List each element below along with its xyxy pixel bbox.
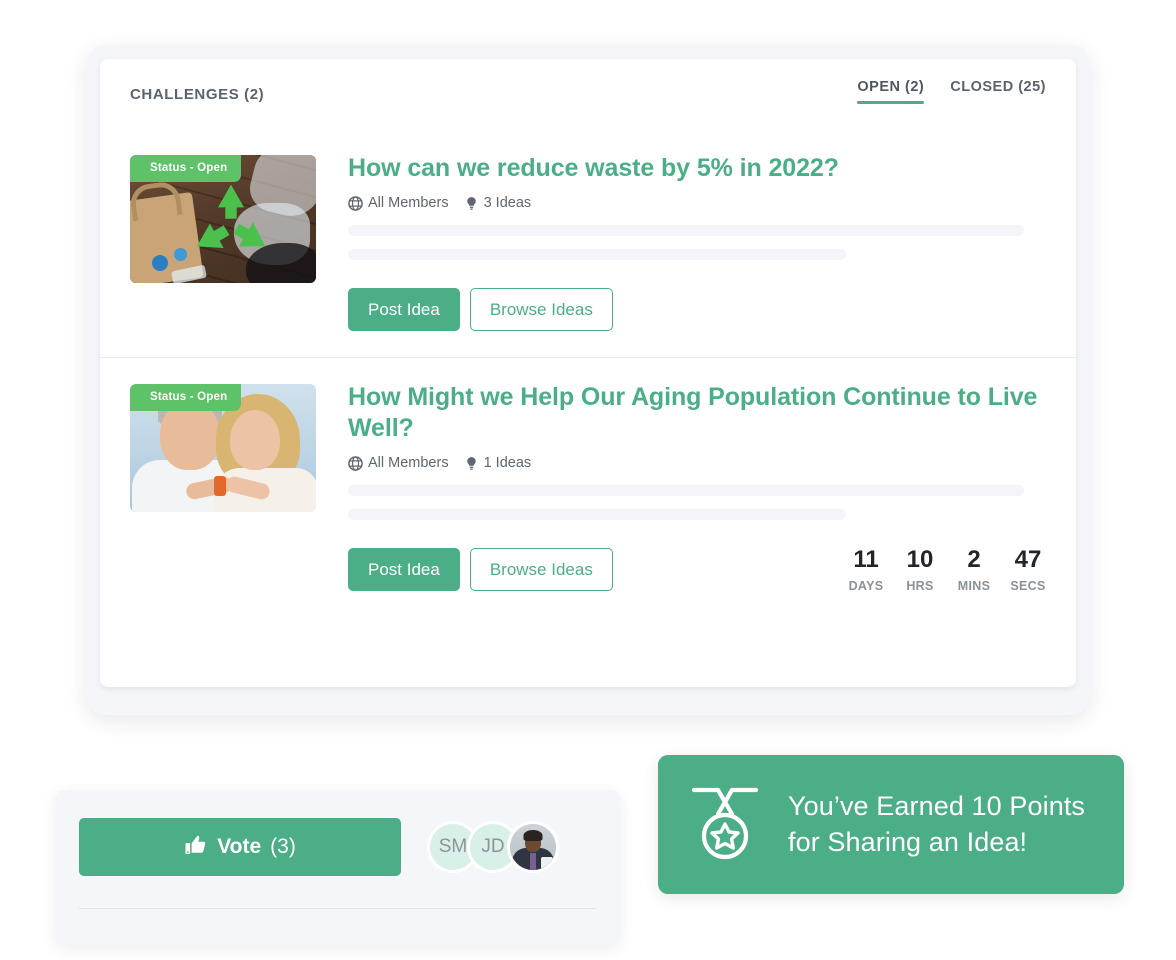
countdown-hours: 10 HRS [902,546,938,594]
browse-ideas-button[interactable]: Browse Ideas [469,288,613,331]
challenge-countdown-timer: 11 DAYS 10 HRS 2 MINS 47 SECS [848,546,1046,594]
description-placeholder [348,485,1046,520]
challenge-meta: All Members 3 Ideas [348,195,1046,211]
challenges-panel-shell: CHALLENGES (2) OPEN (2) CLOSED (25) Stat… [86,45,1090,715]
challenge-thumbnail-couple[interactable]: Status - Open [130,384,316,512]
challenge-meta: All Members 1 Ideas [348,455,1046,471]
ideas-count-label: 1 Ideas [483,455,532,471]
challenge-content: How can we reduce waste by 5% in 2022? A… [316,151,1046,331]
vote-card-content: Vote (3) SM JD [55,790,620,876]
key-shape [214,476,226,496]
challenge-row: Status - Open How can we reduce waste by… [100,129,1076,357]
browse-ideas-button[interactable]: Browse Ideas [469,548,613,591]
skeleton-line [348,249,846,260]
vote-button-label: Vote [217,835,262,858]
globe-icon [348,195,363,211]
countdown-value: 47 [1014,546,1042,573]
thumbs-up-icon [184,833,208,862]
ideas-meta: 3 Ideas [464,195,532,211]
challenge-row: Status - Open How Might we Help Our Agin… [100,357,1076,617]
avatar-photo-cup [541,857,553,869]
bottle-cap-shape [152,255,168,271]
challenge-actions: Post Idea Browse Ideas [348,288,1046,331]
post-idea-button[interactable]: Post Idea [348,548,460,591]
page-title: CHALLENGES (2) [130,85,265,103]
lightbulb-icon [464,196,479,211]
points-toast-line-2: for Sharing an Idea! [788,826,1028,857]
countdown-minutes: 2 MINS [956,546,992,594]
divider [79,908,596,909]
vote-button[interactable]: Vote (3) [79,818,401,876]
medal-star-icon [688,782,762,867]
skeleton-line [348,225,1024,236]
recycle-icon [196,184,266,248]
tab-closed[interactable]: CLOSED (25) [950,79,1046,104]
countdown-label: MINS [957,579,991,593]
countdown-label: HRS [906,579,934,593]
avatar-photo-tie [530,853,536,870]
countdown-label: SECS [1010,579,1046,593]
audience-label: All Members [368,455,449,471]
ideas-count-label: 3 Ideas [483,195,532,211]
vote-button-count: (3) [270,835,296,858]
avatar[interactable] [507,821,559,873]
countdown-seconds: 47 SECS [1010,546,1046,594]
lightbulb-icon [464,456,479,471]
description-placeholder [348,225,1046,260]
challenges-card: CHALLENGES (2) OPEN (2) CLOSED (25) Stat… [100,59,1076,687]
tab-open[interactable]: OPEN (2) [857,79,925,104]
status-badge: Status - Open [130,155,242,182]
audience-meta: All Members [348,195,449,211]
skeleton-line [348,485,1024,496]
voter-avatars: SM JD [427,821,559,873]
challenge-title[interactable]: How can we reduce waste by 5% in 2022? [348,153,1046,184]
status-badge: Status - Open [130,384,242,411]
points-toast-text: You’ve Earned 10 Points for Sharing an I… [788,789,1085,861]
post-idea-button[interactable]: Post Idea [348,288,460,331]
countdown-value: 10 [906,546,934,573]
challenge-title[interactable]: How Might we Help Our Aging Population C… [348,382,1046,444]
challenge-thumbnail-recycling[interactable]: Status - Open [130,155,316,283]
countdown-value: 2 [967,546,981,573]
challenge-status-tabs: OPEN (2) CLOSED (25) [857,79,1046,104]
vote-card: Vote (3) SM JD [55,790,620,945]
challenges-header: CHALLENGES (2) OPEN (2) CLOSED (25) [100,59,1076,129]
avatar-photo-hair [523,830,543,841]
globe-icon [348,455,363,471]
person-head-shape [230,410,280,470]
challenge-content: How Might we Help Our Aging Population C… [316,380,1046,594]
countdown-label: DAYS [848,579,884,593]
countdown-value: 11 [853,546,879,573]
ideas-meta: 1 Ideas [464,455,532,471]
challenge-actions: Post Idea Browse Ideas 11 DAYS 10 HRS 2 [348,546,1046,594]
points-earned-toast: You’ve Earned 10 Points for Sharing an I… [658,755,1124,894]
bottle-cap-shape [174,248,187,261]
audience-meta: All Members [348,455,449,471]
audience-label: All Members [368,195,449,211]
countdown-days: 11 DAYS [848,546,884,594]
skeleton-line [348,509,846,520]
points-toast-line-1: You’ve Earned 10 Points [788,790,1086,821]
